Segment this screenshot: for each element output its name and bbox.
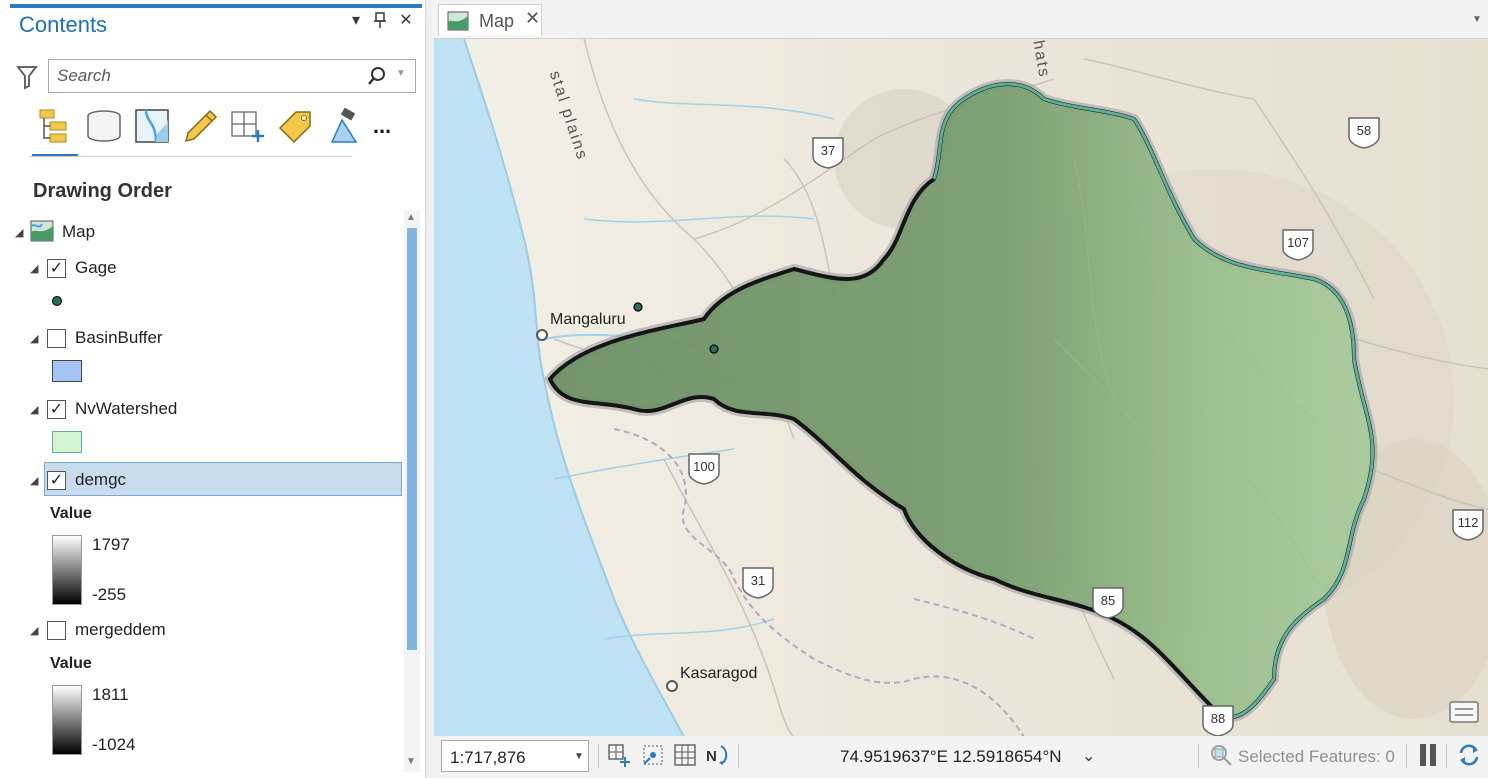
- route-shield: 31: [740, 565, 776, 599]
- scale-value[interactable]: 1:717,876: [450, 748, 526, 768]
- coordinate-format-dropdown-icon[interactable]: ⌄: [1082, 746, 1095, 766]
- pane-options-button[interactable]: ▾: [346, 10, 366, 32]
- toolbar-divider: [30, 156, 352, 157]
- status-divider: [1406, 744, 1407, 768]
- value-heading: Value: [50, 655, 92, 672]
- expand-triangle-icon[interactable]: ◢: [30, 474, 38, 487]
- search-dropdown-icon[interactable]: ▼: [396, 68, 406, 79]
- snapping-toggle-icon[interactable]: [640, 742, 666, 768]
- search-input[interactable]: [49, 60, 359, 92]
- pause-drawing-icon[interactable]: [1418, 742, 1438, 768]
- expand-triangle-icon[interactable]: ◢: [30, 403, 38, 416]
- status-divider: [598, 744, 599, 768]
- tree-scrollbar[interactable]: ▲ ▼: [404, 210, 420, 772]
- legend-icon[interactable]: [1448, 698, 1480, 726]
- section-heading: Drawing Order: [33, 180, 172, 202]
- stretch-color-ramp[interactable]: [52, 535, 82, 605]
- layer-label-gage[interactable]: Gage: [75, 258, 117, 278]
- layer-visibility-checkbox[interactable]: [47, 329, 66, 348]
- contents-toolbar: ...: [30, 104, 391, 157]
- pane-accent-bar: [10, 4, 422, 8]
- map-canvas[interactable]: Mangaluru Kasaragod stal plains hats 37 …: [434, 38, 1488, 736]
- basinbuffer-polygon-symbol[interactable]: [52, 360, 82, 382]
- nvwatershed-polygon-symbol[interactable]: [52, 431, 82, 453]
- map-view: Map ✕ ▼ Mangaluru Kasaragod stal plains …: [432, 0, 1488, 778]
- tab-list-dropdown-icon[interactable]: ▼: [1472, 14, 1482, 25]
- map-item-label[interactable]: Map: [62, 222, 95, 242]
- scroll-thumb[interactable]: [407, 228, 417, 650]
- layer-label-demgc[interactable]: demgc: [75, 470, 126, 490]
- filter-icon[interactable]: [16, 64, 38, 90]
- ramp-low-value: -255: [92, 585, 127, 604]
- pane-title: Contents: [19, 12, 108, 37]
- layer-visibility-checkbox[interactable]: ✓: [47, 400, 66, 419]
- expand-triangle-icon[interactable]: ◢: [30, 332, 38, 345]
- cursor-coordinates: 74.9519637°E 12.5918654°N: [840, 747, 1062, 766]
- perspective-imagery-icon[interactable]: [322, 104, 366, 148]
- layer-label-nvwatershed[interactable]: NvWatershed: [75, 399, 177, 419]
- route-shield: 37: [810, 135, 846, 169]
- gage-point-symbol[interactable]: [52, 296, 62, 306]
- search-icon[interactable]: [367, 66, 387, 86]
- scroll-down-icon[interactable]: ▼: [406, 756, 416, 767]
- labeling-tag-icon[interactable]: [274, 104, 318, 148]
- north-arrow-rotation-icon[interactable]: N: [704, 742, 730, 768]
- contents-pane: Contents ▾ ✕ ▼: [0, 0, 426, 778]
- value-heading: Value: [50, 505, 92, 522]
- status-divider: [1446, 744, 1447, 768]
- layer-label-basinbuffer[interactable]: BasinBuffer: [75, 328, 163, 348]
- city-marker[interactable]: [666, 680, 678, 692]
- route-shield: 107: [1280, 227, 1316, 261]
- map-icon: [447, 11, 469, 31]
- map-tab-label[interactable]: Map: [479, 11, 514, 32]
- basemap-graphic: [434, 39, 1488, 736]
- map-tab[interactable]: Map ✕: [438, 4, 542, 36]
- grid-toggle-icon[interactable]: [672, 742, 698, 768]
- more-options-button[interactable]: ...: [364, 104, 400, 148]
- stretch-color-ramp[interactable]: [52, 685, 82, 755]
- ramp-high-value: 1811: [92, 685, 129, 704]
- status-divider: [1198, 744, 1199, 768]
- ramp-low-value: -1024: [92, 735, 136, 754]
- map-icon: [30, 220, 54, 242]
- drawing-order-icon[interactable]: [32, 104, 76, 148]
- ramp-high-value: 1797: [92, 535, 130, 554]
- layer-tree: ◢ Map ◢ ✓ Gage ◢ BasinBuffer ◢ ✓ NvWater…: [0, 210, 404, 778]
- editing-pencil-icon[interactable]: [178, 104, 222, 148]
- place-label: Kasaragod: [680, 665, 758, 682]
- expand-triangle-icon[interactable]: ◢: [30, 262, 38, 275]
- fixed-zoom-icon[interactable]: [606, 742, 632, 768]
- expand-triangle-icon[interactable]: ◢: [15, 226, 23, 239]
- selected-features-count[interactable]: Selected Features: 0: [1238, 747, 1395, 767]
- expand-triangle-icon[interactable]: ◢: [30, 624, 38, 637]
- city-marker[interactable]: [536, 329, 548, 341]
- data-source-icon[interactable]: [82, 104, 126, 148]
- place-label: Mangaluru: [550, 311, 626, 328]
- pin-icon[interactable]: [370, 10, 390, 32]
- map-status-bar: 1:717,876 ▼ N 74.9519637°E 12.5918654°N …: [432, 736, 1488, 778]
- svg-text:N: N: [706, 748, 717, 765]
- scroll-up-icon[interactable]: ▲: [406, 212, 416, 223]
- route-shield: 112: [1450, 507, 1486, 541]
- selected-features-icon[interactable]: [1208, 742, 1234, 768]
- layer-visibility-checkbox[interactable]: ✓: [47, 471, 66, 490]
- scale-dropdown-icon[interactable]: ▼: [574, 751, 584, 762]
- status-divider: [738, 744, 739, 768]
- selection-icon[interactable]: [130, 104, 174, 148]
- layer-label-mergeddem[interactable]: mergeddem: [75, 620, 166, 640]
- snapping-icon[interactable]: [226, 104, 270, 148]
- route-shield: 58: [1346, 115, 1382, 149]
- search-field[interactable]: ▼: [48, 59, 416, 93]
- pane-close-button[interactable]: ✕: [396, 10, 416, 32]
- layer-visibility-checkbox[interactable]: [47, 621, 66, 640]
- route-shield: 88: [1200, 703, 1236, 736]
- route-shield: 100: [686, 451, 722, 485]
- route-shield: 85: [1090, 585, 1126, 619]
- refresh-icon[interactable]: [1456, 742, 1482, 768]
- layer-visibility-checkbox[interactable]: ✓: [47, 259, 66, 278]
- scale-selector[interactable]: 1:717,876 ▼: [441, 740, 589, 772]
- close-tab-icon[interactable]: ✕: [525, 8, 540, 29]
